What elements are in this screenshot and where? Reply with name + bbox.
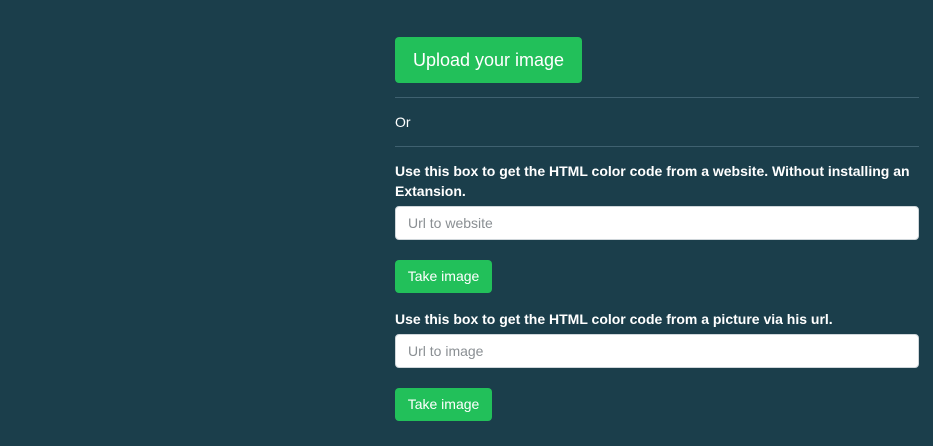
- take-picture-image-button[interactable]: Take image: [395, 388, 492, 421]
- website-url-input[interactable]: [395, 206, 919, 240]
- upload-image-button[interactable]: Upload your image: [395, 37, 582, 83]
- or-separator-text: Or: [395, 114, 411, 130]
- image-url-label: Use this box to get the HTML color code …: [395, 311, 833, 327]
- take-website-image-button[interactable]: Take image: [395, 260, 492, 293]
- divider: [395, 146, 919, 147]
- divider: [395, 97, 919, 98]
- website-url-label: Use this box to get the HTML color code …: [395, 163, 910, 199]
- image-url-input[interactable]: [395, 334, 919, 368]
